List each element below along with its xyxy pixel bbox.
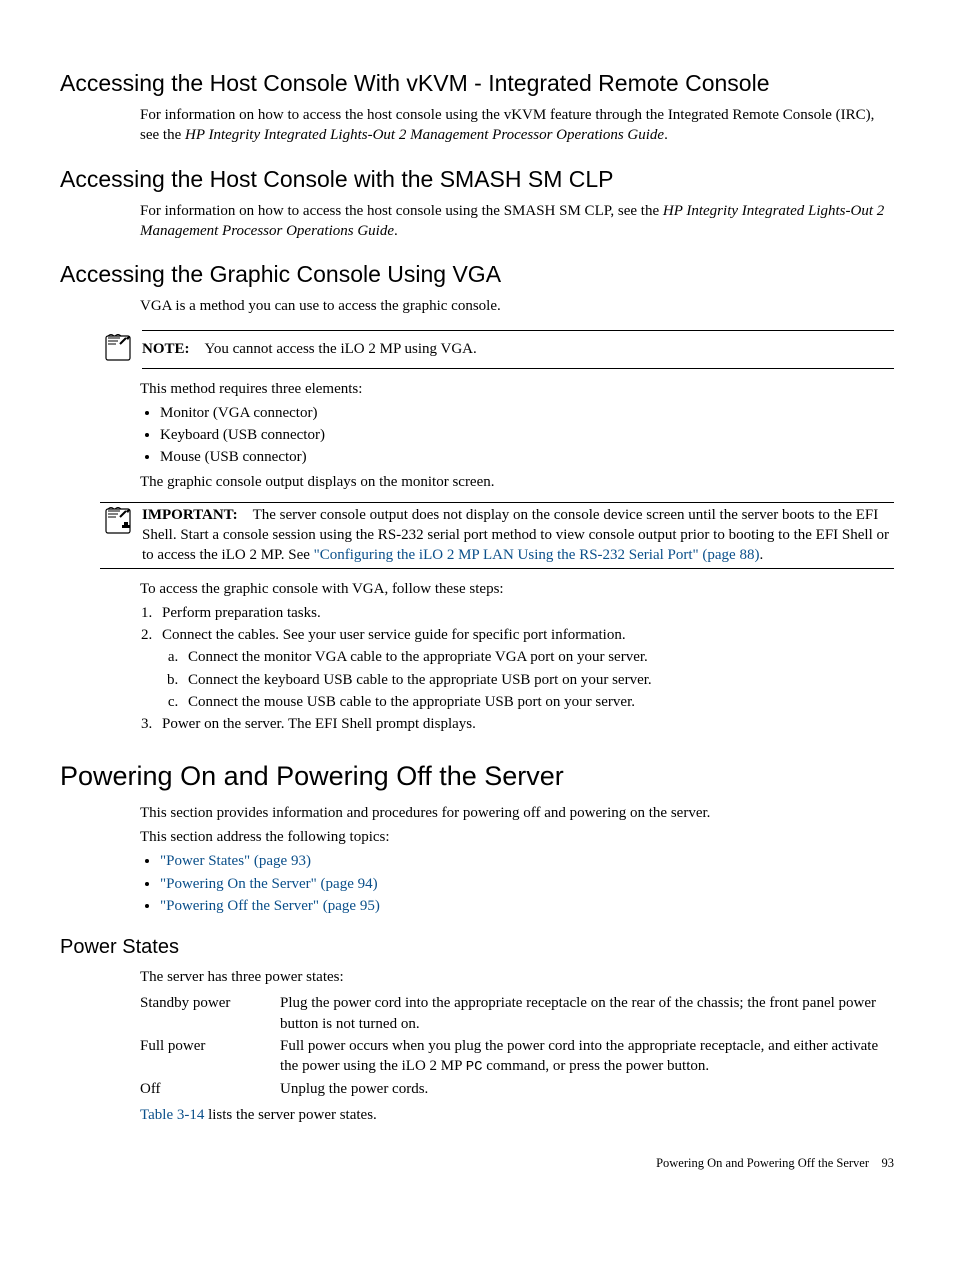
title-italic: HP Integrity Integrated Lights-Out 2 Man…	[185, 127, 664, 143]
command-text: PC	[466, 1059, 483, 1075]
note-block: NOTE: You cannot access the iLO 2 MP usi…	[100, 330, 894, 368]
list-item: "Power States" (page 93)	[160, 851, 894, 871]
state-term: Full power	[140, 1036, 280, 1077]
substep-item: Connect the monitor VGA cable to the app…	[182, 647, 894, 667]
state-row: Standby power Plug the power cord into t…	[140, 993, 894, 1034]
para-vga-intro: VGA is a method you can use to access th…	[140, 296, 894, 316]
vga-bullets: Monitor (VGA connector) Keyboard (USB co…	[160, 403, 894, 468]
list-item: Keyboard (USB connector)	[160, 425, 894, 445]
note-label: NOTE:	[142, 341, 190, 357]
text: For information on how to access the hos…	[140, 203, 663, 219]
heading-smash: Accessing the Host Console with the SMAS…	[60, 164, 894, 195]
heading-power-states: Power States	[60, 934, 894, 961]
substeps: Connect the monitor VGA cable to the app…	[182, 647, 894, 712]
state-row: Off Unplug the power cords.	[140, 1079, 894, 1099]
text: .	[394, 223, 398, 239]
para-smash: For information on how to access the hos…	[140, 201, 894, 242]
important-text-post: .	[759, 547, 763, 563]
divider	[100, 568, 894, 569]
heading-vkvm: Accessing the Host Console With vKVM - I…	[60, 68, 894, 99]
text: command, or press the power button.	[483, 1058, 710, 1074]
para-after-note: This method requires three elements:	[140, 379, 894, 399]
link-powering-off[interactable]: "Powering Off the Server" (page 95)	[160, 898, 380, 914]
power-state-list: Standby power Plug the power cord into t…	[140, 993, 894, 1099]
important-label: IMPORTANT:	[142, 507, 238, 523]
important-link[interactable]: "Configuring the iLO 2 MP LAN Using the …	[314, 547, 760, 563]
note-content: NOTE: You cannot access the iLO 2 MP usi…	[142, 330, 894, 368]
state-row: Full power Full power occurs when you pl…	[140, 1036, 894, 1077]
power-intro2: This section address the following topic…	[140, 827, 894, 847]
text: .	[664, 127, 668, 143]
important-content: IMPORTANT: The server console output doe…	[142, 503, 894, 568]
link-power-states[interactable]: "Power States" (page 93)	[160, 853, 311, 869]
step-text: Power on the server. The EFI Shell promp…	[162, 716, 476, 732]
footer-text: Powering On and Powering Off the Server	[656, 1156, 869, 1170]
substep-item: Connect the mouse USB cable to the appro…	[182, 692, 894, 712]
step-text: Connect the cables. See your user servic…	[162, 627, 626, 643]
footer-page: 93	[882, 1156, 895, 1170]
power-links: "Power States" (page 93) "Powering On th…	[160, 851, 894, 916]
step-item: Power on the server. The EFI Shell promp…	[156, 714, 894, 734]
table-link[interactable]: Table 3-14	[140, 1107, 204, 1123]
states-intro: The server has three power states:	[140, 967, 894, 987]
important-block: IMPORTANT: The server console output doe…	[100, 503, 894, 568]
para-vkvm: For information on how to access the hos…	[140, 105, 894, 146]
para-after-bullets: The graphic console output displays on t…	[140, 472, 894, 492]
step-item: Connect the cables. See your user servic…	[156, 625, 894, 712]
state-def: Unplug the power cords.	[280, 1079, 894, 1099]
text: lists the server power states.	[204, 1107, 376, 1123]
list-item: "Powering Off the Server" (page 95)	[160, 896, 894, 916]
step-text: Perform preparation tasks.	[162, 605, 321, 621]
note-text: You cannot access the iLO 2 MP using VGA…	[205, 341, 477, 357]
list-item: "Powering On the Server" (page 94)	[160, 874, 894, 894]
list-item: Monitor (VGA connector)	[160, 403, 894, 423]
link-powering-on[interactable]: "Powering On the Server" (page 94)	[160, 876, 378, 892]
state-term: Off	[140, 1079, 280, 1099]
state-def: Full power occurs when you plug the powe…	[280, 1036, 894, 1077]
vga-steps: Perform preparation tasks. Connect the c…	[156, 603, 894, 735]
table-ref: Table 3-14 lists the server power states…	[140, 1105, 894, 1125]
power-intro1: This section provides information and pr…	[140, 803, 894, 823]
substep-item: Connect the keyboard USB cable to the ap…	[182, 670, 894, 690]
page-footer: Powering On and Powering Off the Server …	[60, 1155, 894, 1172]
heading-vga: Accessing the Graphic Console Using VGA	[60, 259, 894, 290]
step-item: Perform preparation tasks.	[156, 603, 894, 623]
list-item: Mouse (USB connector)	[160, 447, 894, 467]
steps-intro: To access the graphic console with VGA, …	[140, 579, 894, 599]
heading-powering: Powering On and Powering Off the Server	[60, 758, 894, 794]
important-icon	[100, 503, 136, 535]
state-def: Plug the power cord into the appropriate…	[280, 993, 894, 1034]
note-icon	[100, 330, 136, 362]
state-term: Standby power	[140, 993, 280, 1034]
